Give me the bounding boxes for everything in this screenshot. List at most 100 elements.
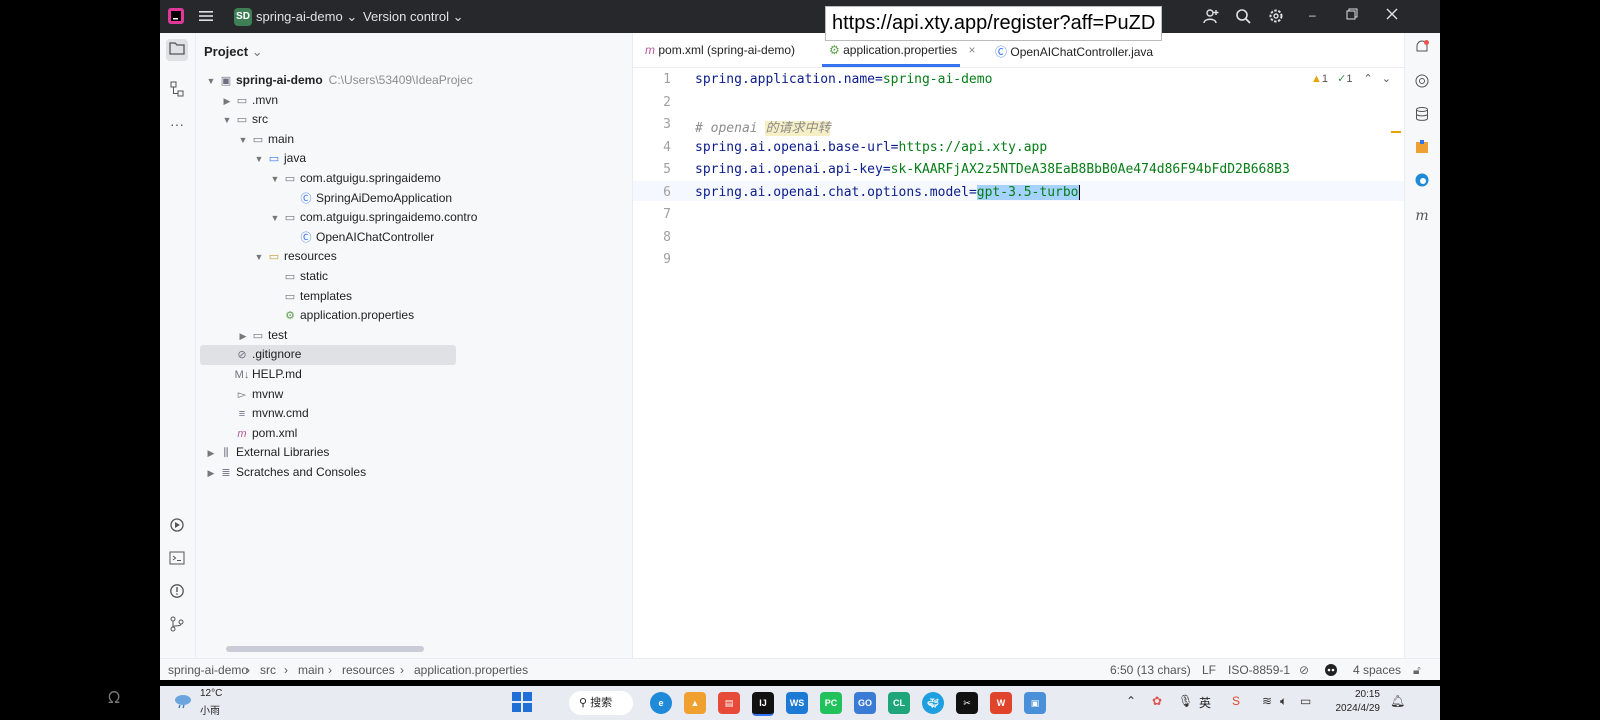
chevron-down-icon[interactable]: ▼ — [268, 169, 282, 189]
caret-position[interactable]: 6:50 (13 chars) — [1110, 663, 1191, 677]
search-icon[interactable] — [1235, 8, 1251, 27]
tree-item[interactable]: m pom.xml — [220, 423, 297, 443]
pdf-app-icon[interactable]: ▤ — [718, 692, 740, 714]
database-icon[interactable] — [1411, 106, 1433, 128]
file-encoding[interactable]: ISO-8859-1 — [1228, 663, 1290, 677]
maven-tool-icon[interactable]: m — [1411, 205, 1433, 227]
project-tool-button[interactable] — [166, 39, 188, 61]
tray-s-icon[interactable]: S — [1232, 694, 1240, 708]
clock-date[interactable]: 2024/4/29 — [1325, 703, 1381, 714]
tray-app-icon[interactable]: ✿ — [1152, 694, 1162, 708]
chevron-down-icon[interactable]: ⌄ — [1382, 73, 1391, 85]
docker-icon[interactable]: 🐳︎ — [922, 692, 944, 714]
structure-tool-button[interactable] — [166, 81, 188, 103]
tree-item[interactable]: ▼ ▭ main — [236, 129, 294, 149]
tab-openai-chat-controller[interactable]: Ⓒ OpenAIChatController.java — [995, 43, 1153, 60]
microphone-icon[interactable]: 🎙︎ — [1178, 694, 1193, 708]
tree-item[interactable]: Ⓒ SpringAiDemoApplication — [284, 188, 453, 208]
intellij-taskbar-icon[interactable]: IJ — [752, 692, 774, 716]
gear-icon[interactable] — [1268, 8, 1284, 27]
tree-item[interactable]: ▼ ▭ resources — [252, 246, 337, 266]
breadcrumb-item[interactable]: resources — [342, 663, 395, 677]
tree-item[interactable]: Ⓒ OpenAIChatController — [284, 227, 435, 247]
ai-assistant-icon[interactable] — [1411, 73, 1433, 95]
tree-item[interactable]: M↓ HELP.md — [220, 364, 302, 384]
weather-cloud-icon[interactable] — [174, 691, 194, 712]
restore-icon[interactable] — [1346, 8, 1358, 23]
code-line[interactable]: spring.ai.openai.chat.options.model=gpt-… — [695, 184, 1080, 200]
indent-setting[interactable]: 4 spaces — [1353, 663, 1401, 677]
version-control-menu[interactable]: Version control ⌄ — [363, 9, 464, 25]
tree-item[interactable]: ▭ templates — [268, 286, 352, 306]
tree-item[interactable]: ≡ mvnw.cmd — [220, 403, 309, 423]
breadcrumb-item[interactable]: src — [260, 663, 276, 677]
code-line[interactable]: spring.application.name=spring-ai-demo — [695, 72, 992, 87]
office-app-icon[interactable]: ▲ — [684, 692, 706, 714]
tree-item[interactable]: ▶ ▭ test — [236, 325, 288, 346]
lock-icon[interactable]: 🔓︎ — [1413, 663, 1421, 678]
chevron-down-icon[interactable]: ▼ — [268, 208, 282, 228]
breadcrumb-item[interactable]: spring-ai-demo — [168, 663, 248, 677]
clock-time[interactable]: 20:15 — [1330, 689, 1380, 700]
project-switcher[interactable]: spring-ai-demo ⌄ — [256, 9, 357, 25]
inspection-widget[interactable]: ▲1 ✓1 ⌃ ⌄ — [1311, 72, 1391, 85]
tree-item[interactable]: ▼ ▭ java — [252, 148, 306, 168]
volume-icon[interactable]: 🔈︎ — [1280, 694, 1287, 709]
edge-browser-icon[interactable]: e — [650, 692, 672, 714]
code-line[interactable]: spring.ai.openai.api-key=sk-KAARFjAX2z5N… — [695, 162, 1290, 177]
chevron-down-icon[interactable]: ▼ — [204, 71, 218, 91]
project-panel-title[interactable]: Project ⌄ — [204, 44, 263, 60]
notifications-icon[interactable] — [1411, 39, 1433, 61]
breadcrumb-item[interactable]: main — [298, 663, 324, 677]
problems-icon[interactable] — [166, 583, 188, 605]
minimize-icon[interactable]: – — [1309, 8, 1316, 22]
copilot-icon[interactable] — [1324, 663, 1338, 680]
horizontal-scrollbar[interactable] — [226, 646, 424, 652]
chevron-right-icon[interactable]: ▶ — [204, 463, 218, 483]
chevron-right-icon[interactable]: ▶ — [236, 326, 250, 346]
tree-item[interactable]: ▼ ▭ com.atguigu.springaidemo — [268, 168, 441, 188]
chevron-up-icon[interactable]: ⌃ — [1364, 73, 1373, 85]
chevron-down-icon[interactable]: ▼ — [252, 149, 266, 169]
tray-chevron-up-icon[interactable]: ⌃ — [1126, 694, 1136, 708]
chevron-right-icon[interactable]: ▶ — [204, 443, 218, 463]
windows-start-icon[interactable] — [512, 692, 532, 715]
plugin-box-icon[interactable] — [1411, 139, 1433, 161]
wps-icon[interactable]: W — [990, 692, 1012, 714]
tree-item[interactable]: ▶ ▭ .mvn — [220, 90, 278, 110]
capcut-icon[interactable]: ✂ — [956, 692, 978, 714]
webstorm-icon[interactable]: WS — [786, 692, 808, 714]
goland-icon[interactable]: GO — [854, 692, 876, 714]
services-icon[interactable] — [166, 517, 188, 539]
intellij-logo-icon[interactable] — [168, 8, 184, 27]
git-icon[interactable] — [166, 616, 188, 638]
wifi-icon[interactable]: ≋ — [1262, 694, 1272, 708]
tree-item[interactable]: ▭ static — [268, 266, 328, 286]
notification-bell-icon[interactable]: 🔔︎ — [1390, 694, 1405, 708]
clion-icon[interactable]: CL — [888, 692, 910, 714]
tree-item[interactable]: ▼ ▣ spring-ai-demo C:\Users\53409\IdeaProje… — [204, 70, 473, 90]
app-window-icon[interactable]: ▣ — [1024, 692, 1046, 714]
tree-item[interactable]: ▶ ≣ Scratches and Consoles — [204, 462, 367, 483]
code-editor[interactable]: 123456789 spring.application.name=spring… — [633, 68, 1405, 658]
ime-indicator[interactable]: 英 — [1199, 694, 1211, 711]
tree-item[interactable]: ⚙ application.properties — [268, 305, 414, 325]
code-line[interactable]: spring.ai.openai.base-url=https://api.xt… — [695, 140, 1047, 155]
close-icon[interactable] — [1386, 8, 1398, 23]
chevron-down-icon[interactable]: ▼ — [220, 110, 234, 130]
code-line[interactable]: # openai 的请求中转 — [695, 117, 831, 136]
tree-item[interactable]: ▼ ▭ src — [220, 109, 268, 129]
tab-application-properties[interactable]: ⚙ application.properties × — [829, 43, 976, 57]
add-user-icon[interactable] — [1203, 8, 1219, 27]
close-tab-icon[interactable]: × — [969, 43, 976, 57]
edge-icon[interactable] — [1411, 172, 1433, 194]
project-badge[interactable]: SD — [234, 8, 252, 26]
breadcrumb-item[interactable]: application.properties — [414, 663, 528, 677]
more-tools-icon[interactable]: ··· — [166, 113, 188, 135]
tree-item[interactable]: ▻ mvnw — [220, 384, 284, 404]
terminal-icon[interactable] — [166, 550, 188, 572]
line-separator[interactable]: LF — [1202, 663, 1216, 677]
tree-item[interactable]: ▼ ▭ com.atguigu.springaidemo.contro — [268, 207, 478, 228]
taskbar-search[interactable]: ⚲ 搜索 — [569, 691, 633, 715]
tab-pom-xml[interactable]: m pom.xml (spring-ai-demo) — [645, 43, 795, 57]
